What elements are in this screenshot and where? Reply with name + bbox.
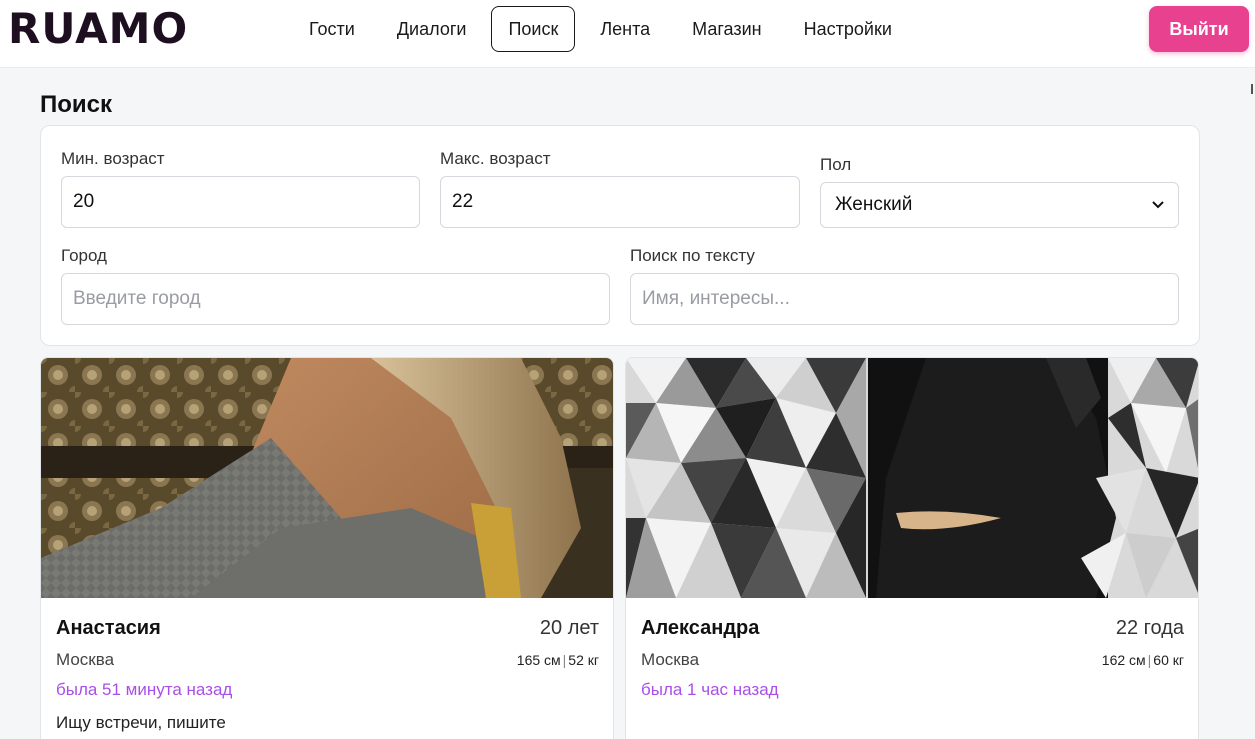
profile-height: 162 см xyxy=(1101,652,1146,668)
separator: | xyxy=(1147,652,1152,668)
profile-city: Москва xyxy=(56,650,115,669)
profile-body-params: 165 см | 52 кг xyxy=(517,652,599,668)
nav-settings[interactable]: Настройки xyxy=(787,6,909,52)
top-header: RUAMO Гости Диалоги Поиск Лента Магазин … xyxy=(0,0,1255,68)
scrollbar-thumb[interactable] xyxy=(1251,84,1253,94)
max-age-input[interactable] xyxy=(440,176,800,228)
profile-height: 165 см xyxy=(516,652,561,668)
city-label: Город xyxy=(61,246,107,265)
city-input[interactable] xyxy=(61,273,610,325)
profile-name[interactable]: Анастасия xyxy=(56,617,161,640)
profile-photo[interactable] xyxy=(41,358,613,598)
profile-age: 22 года xyxy=(1115,617,1184,639)
page-title: Поиск xyxy=(40,91,113,118)
profile-weight: 60 кг xyxy=(1153,652,1184,668)
min-age-label: Мин. возраст xyxy=(61,149,165,168)
gender-label: Пол xyxy=(820,155,852,174)
gender-select-value: Женский xyxy=(835,194,913,215)
logout-button[interactable]: Выйти xyxy=(1149,6,1249,52)
profile-last-seen: была 51 минута назад xyxy=(56,680,233,699)
profile-body-params: 162 см | 60 кг xyxy=(1102,652,1184,668)
chevron-down-icon xyxy=(1152,201,1164,209)
scrollbar[interactable] xyxy=(1247,68,1255,739)
profile-age: 20 лет xyxy=(539,617,599,639)
profile-last-seen: была 1 час назад xyxy=(641,680,779,699)
main-nav: Гости Диалоги Поиск Лента Магазин Настро… xyxy=(292,6,909,52)
search-filters-panel: Мин. возраст Макс. возраст Пол Женский Г… xyxy=(40,125,1200,346)
nav-guests[interactable]: Гости xyxy=(292,6,372,52)
profile-card[interactable]: Александра 22 года Москва 162 см | 60 кг б… xyxy=(625,357,1199,739)
profile-about: Ищу встречи, пишите xyxy=(56,713,226,732)
profile-city: Москва xyxy=(641,650,700,669)
text-search-label: Поиск по тексту xyxy=(630,246,755,265)
logo[interactable]: RUAMO xyxy=(8,6,188,52)
nav-feed[interactable]: Лента xyxy=(583,6,667,52)
separator: | xyxy=(562,652,567,668)
min-age-input[interactable] xyxy=(61,176,420,228)
gender-select[interactable]: Женский xyxy=(820,182,1179,228)
profile-photo[interactable] xyxy=(626,358,1198,598)
profile-card[interactable]: Анастасия 20 лет Москва 165 см | 52 кг был… xyxy=(40,357,614,739)
nav-shop[interactable]: Магазин xyxy=(675,6,778,52)
profile-name[interactable]: Александра xyxy=(641,617,759,640)
max-age-label: Макс. возраст xyxy=(440,149,551,168)
profile-weight: 52 кг xyxy=(568,652,599,668)
text-search-input[interactable] xyxy=(630,273,1179,325)
nav-dialogs[interactable]: Диалоги xyxy=(380,6,484,52)
nav-search[interactable]: Поиск xyxy=(491,6,576,52)
